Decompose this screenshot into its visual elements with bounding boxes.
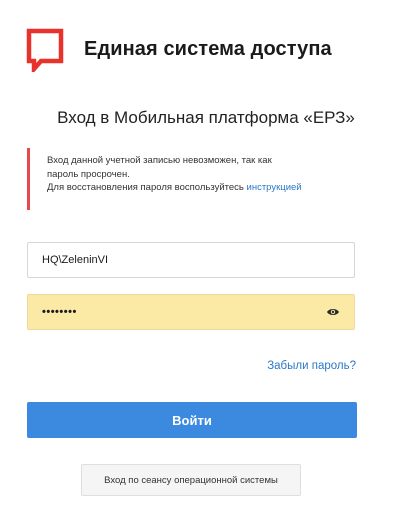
password-input[interactable] xyxy=(42,306,326,318)
instructions-link[interactable]: инструкцией xyxy=(247,182,302,193)
alert-line-1: Вход данной учетной записью невозможен, … xyxy=(47,155,272,166)
password-field[interactable] xyxy=(27,294,355,330)
page-title: Вход в Мобильная платформа «ЕРЗ» xyxy=(57,108,355,127)
alert-line-3: Для восстановления пароля воспользуйтесь… xyxy=(47,181,357,195)
os-session-login-button[interactable]: Вход по сеансу операционной системы xyxy=(81,464,301,496)
alert-line-2: пароль просрочен. xyxy=(47,168,130,180)
username-field[interactable] xyxy=(27,242,355,278)
alert-line-3-text: Для восстановления пароля воспользуйтесь xyxy=(47,182,247,193)
speech-bubble-logo-icon xyxy=(26,28,64,72)
username-input[interactable] xyxy=(42,254,340,266)
brand-title: Единая система доступа xyxy=(84,38,332,60)
logo xyxy=(26,28,64,72)
error-alert: Вход данной учетной записью невозможен, … xyxy=(27,148,357,210)
eye-icon[interactable] xyxy=(326,307,340,317)
forgot-password-link[interactable]: Забыли пароль? xyxy=(267,360,356,372)
login-button[interactable]: Войти xyxy=(27,402,357,438)
login-page: Единая система доступа Вход в Мобильная … xyxy=(0,0,412,512)
